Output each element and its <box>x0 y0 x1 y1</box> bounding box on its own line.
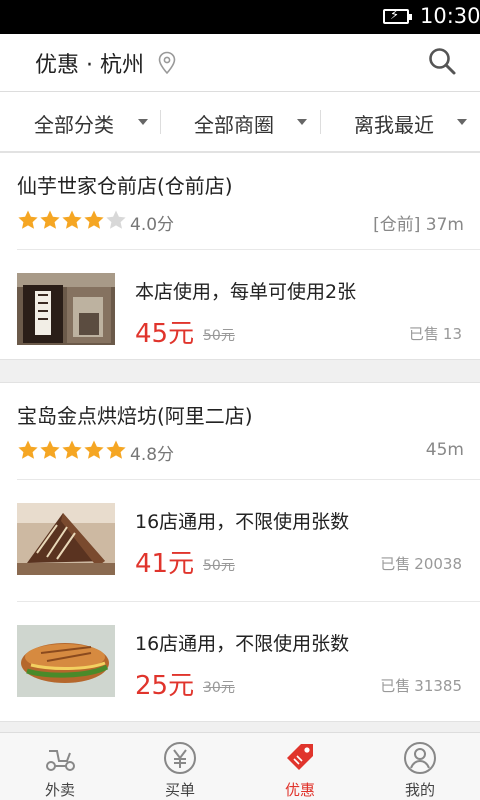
shop-distance: 45m <box>425 440 464 460</box>
star-filled-icon <box>62 210 82 229</box>
filter-category[interactable]: 全部分类 <box>0 92 160 152</box>
deal-image <box>17 625 115 697</box>
deal-price: 41元 <box>135 549 195 579</box>
star-filled-icon <box>106 440 126 459</box>
filter-district[interactable]: 全部商圈 <box>160 92 320 152</box>
yuan-icon <box>164 742 196 774</box>
star-filled-icon <box>84 210 104 229</box>
app-header: 优惠 · 杭州 <box>0 34 480 92</box>
tab-deals[interactable]: 优惠 <box>240 733 360 800</box>
deal-title: 本店使用，每单可使用2张 <box>135 281 357 303</box>
star-filled-icon <box>40 440 60 459</box>
deal-image <box>17 503 115 575</box>
status-bar: ⚡ 10:30 <box>0 0 480 34</box>
scooter-icon <box>46 750 75 771</box>
search-icon[interactable] <box>427 46 457 76</box>
tab-label: 买单 <box>164 781 195 799</box>
shop-name[interactable]: 宝岛金点烘焙坊(阿里二店) <box>17 400 253 429</box>
tab-label: 优惠 <box>284 781 315 799</box>
star-filled-icon <box>18 210 38 229</box>
shop-name[interactable]: 仙芋世家仓前店(仓前店) <box>17 170 233 199</box>
shop-score: 4.8分 <box>130 445 175 465</box>
star-filled-icon <box>40 210 60 229</box>
caret-down-icon <box>457 119 467 125</box>
star-rating <box>17 439 127 461</box>
filter-sort-label: 离我最近 <box>354 113 434 137</box>
sold-label: 已售 <box>380 555 411 573</box>
filter-district-label: 全部商圈 <box>194 113 274 137</box>
deal-price: 25元 <box>135 671 195 701</box>
tab-profile[interactable]: 我的 <box>360 733 480 800</box>
page-title[interactable]: 优惠 · 杭州 <box>35 47 144 79</box>
tag-icon <box>287 744 313 770</box>
tab-pay[interactable]: 买单 <box>120 733 240 800</box>
divider <box>17 479 480 480</box>
filter-sort[interactable]: 离我最近 <box>320 92 480 152</box>
original-price: 30元 <box>203 680 235 696</box>
tab-label: 我的 <box>404 781 435 799</box>
tab-takeout[interactable]: 外卖 <box>0 733 120 800</box>
sold-number: 20038 <box>414 555 462 573</box>
filter-bar: 全部分类 全部商圈 离我最近 <box>0 92 480 152</box>
sold-label: 已售 <box>380 677 411 695</box>
divider <box>17 601 480 602</box>
original-price: 50元 <box>203 558 235 574</box>
location-pin-icon[interactable] <box>157 51 177 75</box>
deal-title: 16店通用，不限使用张数 <box>135 511 350 533</box>
battery-icon: ⚡ <box>383 8 412 24</box>
sold-count: 已售 31385 <box>380 675 462 696</box>
sold-number: 13 <box>442 325 462 343</box>
profile-icon <box>404 742 436 774</box>
sold-count: 已售 20038 <box>380 553 462 574</box>
bottom-tab-bar: 外卖 买单 优惠 我的 <box>0 732 480 800</box>
star-filled-icon <box>18 440 38 459</box>
original-price: 50元 <box>203 328 235 344</box>
tab-label: 外卖 <box>44 781 75 799</box>
status-time: 10:30 <box>420 4 480 28</box>
shop-score: 4.0分 <box>130 215 175 235</box>
star-empty-icon <box>106 210 126 229</box>
shop-distance: [仓前] 37m <box>373 215 464 235</box>
divider <box>17 249 480 250</box>
caret-down-icon <box>297 119 307 125</box>
sold-number: 31385 <box>414 677 462 695</box>
star-filled-icon <box>84 440 104 459</box>
sold-count: 已售 13 <box>409 323 462 344</box>
deal-price: 45元 <box>135 319 195 349</box>
shop-card: 仙芋世家仓前店(仓前店) 4.0分 [仓前] 37m 本店使用，每单可使用2张 … <box>0 152 480 360</box>
filter-category-label: 全部分类 <box>34 113 114 137</box>
shop-card: 宝岛金点烘焙坊(阿里二店) 4.8分 45m 16店通用，不限使用张数 41元 … <box>0 382 480 722</box>
star-filled-icon <box>62 440 82 459</box>
deal-title: 16店通用，不限使用张数 <box>135 633 350 655</box>
deal-image <box>17 273 115 345</box>
sold-label: 已售 <box>408 325 439 343</box>
caret-down-icon <box>138 119 148 125</box>
star-rating <box>17 209 127 231</box>
